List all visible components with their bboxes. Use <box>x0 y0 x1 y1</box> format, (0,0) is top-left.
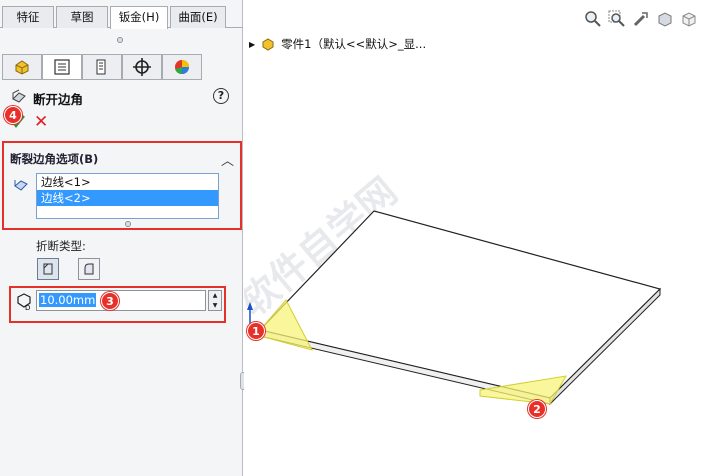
distance-icon: D <box>17 293 31 311</box>
chevron-up-icon[interactable]: ︿ <box>221 150 234 169</box>
tab-surfaces[interactable]: 曲面(E) <box>170 6 226 28</box>
property-manager-tab[interactable] <box>42 54 82 80</box>
distance-spinner[interactable]: ▲ ▼ <box>208 290 222 311</box>
spin-up-icon[interactable]: ▲ <box>209 291 221 301</box>
chamfer-type-button[interactable] <box>37 258 59 280</box>
tab-features[interactable]: 特征 <box>2 6 54 28</box>
feature-manager-icon <box>15 60 29 75</box>
configuration-manager-tab[interactable] <box>82 54 122 80</box>
crosshair-icon <box>133 58 151 76</box>
group-header[interactable]: 断裂边角选项(B) <box>10 151 98 167</box>
panel-splitter-grip[interactable] <box>117 37 123 43</box>
fillet-type-button[interactable] <box>78 258 100 280</box>
dim-xpert-tab[interactable] <box>122 54 162 80</box>
edge-selection-icon <box>14 180 28 191</box>
feature-title: 断开边角 <box>33 92 84 107</box>
edge-list[interactable]: 边线<1> 边线<2> <box>36 173 219 219</box>
command-manager-tabs: 特征 草图 钣金(H) 曲面(E) <box>0 6 243 29</box>
break-corner-feature-icon <box>12 89 26 103</box>
property-manager-icon <box>54 59 70 75</box>
fillet-icon <box>84 263 94 275</box>
svg-text:D: D <box>25 304 30 311</box>
step-badge-1: 1 <box>247 322 265 340</box>
configuration-manager-icon <box>96 59 106 75</box>
display-manager-tab[interactable] <box>162 54 202 80</box>
tab-sheet-metal[interactable]: 钣金(H) <box>110 6 168 29</box>
display-manager-icon <box>175 60 189 75</box>
model-viewport[interactable]: 软件自学网 WWW.RJZXW.COM <box>244 0 710 476</box>
list-resize-grip[interactable] <box>125 221 131 227</box>
spin-down-icon[interactable]: ▼ <box>209 301 221 311</box>
manager-icon-tabs <box>2 54 202 80</box>
break-type-label: 折断类型: <box>36 239 86 253</box>
tab-sketch[interactable]: 草图 <box>56 6 108 28</box>
distance-value: 10.00mm <box>39 293 97 307</box>
graphics-area[interactable]: ▶ 零件1（默认<<默认>_显... 软件自学网 WWW.RJZXW.COM 1 <box>244 0 710 476</box>
step-badge-4: 4 <box>4 106 22 124</box>
property-manager-panel: 特征 草图 钣金(H) 曲面(E) 断开边角 ? 4 ✕ 断裂边角选项(B) ︿ <box>0 0 243 476</box>
feature-manager-tab[interactable] <box>2 54 42 80</box>
chamfer-icon <box>43 263 53 275</box>
distance-input[interactable]: 10.00mm <box>36 290 206 311</box>
step-badge-3: 3 <box>101 292 119 310</box>
edge-list-item-selected[interactable]: 边线<2> <box>37 190 218 206</box>
cancel-x-icon[interactable]: ✕ <box>34 113 48 131</box>
help-icon[interactable]: ? <box>213 88 229 104</box>
edge-list-item[interactable]: 边线<1> <box>37 174 218 190</box>
step-badge-2: 2 <box>528 400 546 418</box>
